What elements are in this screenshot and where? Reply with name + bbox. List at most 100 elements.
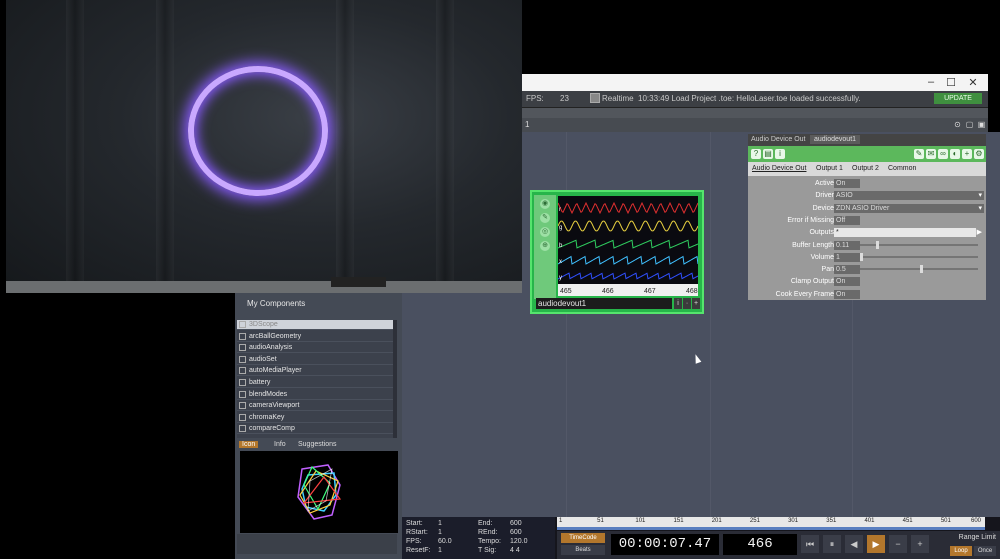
param-op-name[interactable]: audiodevout1 xyxy=(810,135,861,144)
frame-display[interactable]: 466 xyxy=(723,534,797,555)
update-button[interactable]: UPDATE xyxy=(934,93,982,104)
palette-scrollbar[interactable] xyxy=(393,320,397,438)
close-button[interactable]: ✕ xyxy=(964,76,982,89)
param-row: Driver ASIO ▾ xyxy=(748,190,986,202)
tab-audio-device-out[interactable]: Audio Device Out xyxy=(752,165,806,172)
node-name-label[interactable]: audiodevout1 xyxy=(536,298,672,309)
palette-item[interactable]: audioAnalysis xyxy=(237,343,393,354)
network-editor-left[interactable] xyxy=(402,293,522,517)
outputs-arrow-icon[interactable]: ▶ xyxy=(977,228,982,236)
tsig-value[interactable]: 4 4 xyxy=(510,547,520,554)
param-label: Buffer Length xyxy=(792,241,834,249)
loop-button[interactable]: Loop xyxy=(950,546,972,556)
param-label: Volume xyxy=(810,253,834,261)
component-icon xyxy=(239,332,246,340)
start-value[interactable]: 1 xyxy=(438,520,442,527)
display-icon[interactable]: ◎ xyxy=(540,227,550,237)
bypass-icon[interactable]: ◉ xyxy=(540,199,550,209)
param-value[interactable]: ASIO xyxy=(834,191,984,201)
panel-icon[interactable]: ▣ xyxy=(977,120,986,129)
node-flag-strip: ◉ ✎ ◎ ⊕ xyxy=(534,195,556,299)
comment-icon[interactable]: ✉ xyxy=(926,149,936,159)
tempo-value[interactable]: 120.0 xyxy=(510,538,528,545)
tab-suggestions[interactable]: Suggestions xyxy=(295,441,340,448)
realtime-checkbox[interactable] xyxy=(590,93,600,103)
timeline-range-bar[interactable] xyxy=(557,527,985,530)
step-back-button[interactable]: − xyxy=(889,535,907,553)
tab-common[interactable]: Common xyxy=(888,165,916,172)
slider-knob[interactable] xyxy=(920,265,923,274)
param-value[interactable]: * xyxy=(834,228,976,238)
beats-toggle[interactable]: Beats xyxy=(561,545,605,555)
timecode-toggle[interactable]: TimeCode xyxy=(561,533,605,543)
palette-item[interactable]: compareComp xyxy=(237,424,393,435)
edit-icon[interactable]: ✎ xyxy=(914,149,924,159)
fps-value[interactable]: 60.0 xyxy=(438,538,452,545)
minimize-button[interactable]: – xyxy=(922,76,940,88)
lock-icon[interactable]: ✎ xyxy=(540,213,550,223)
layout-icon[interactable]: ▢ xyxy=(965,120,974,129)
palette-item[interactable]: blendModes xyxy=(237,390,393,400)
palette-header[interactable]: My Components xyxy=(247,299,305,308)
gear-icon[interactable]: ⚙ xyxy=(974,149,984,159)
play-reverse-button[interactable]: ◀ xyxy=(845,535,863,553)
param-value[interactable]: On xyxy=(834,277,860,287)
slider-knob[interactable] xyxy=(860,252,863,261)
component-icon xyxy=(239,390,246,398)
palette-list: 3DScope arcBallGeometry audioAnalysis audio… xyxy=(237,320,397,438)
link-icon[interactable]: ∞ xyxy=(938,149,948,159)
timeline-ruler[interactable]: 1 51 101 151 201 251 301 351 401 451 501 600 xyxy=(557,517,985,527)
param-value[interactable]: 1 xyxy=(834,252,860,262)
palette-tabs: Icon Info Suggestions xyxy=(237,441,397,450)
palette-item-label: compareComp xyxy=(249,425,295,433)
slider-knob[interactable] xyxy=(876,240,879,249)
ruler-tick-label: 101 xyxy=(635,518,646,524)
rend-value[interactable]: 600 xyxy=(510,529,522,536)
help-icon[interactable]: ? xyxy=(751,149,761,159)
chevron-down-icon[interactable]: ▾ xyxy=(978,204,982,212)
maximize-button[interactable]: ☐ xyxy=(942,76,960,89)
tab-output-2[interactable]: Output 2 xyxy=(852,165,879,172)
node-info-button[interactable]: i xyxy=(674,298,682,309)
pause-button[interactable]: ⏸ xyxy=(823,535,841,553)
palette-item[interactable]: chromaKey xyxy=(237,413,393,423)
param-value[interactable]: On xyxy=(834,179,860,188)
add-icon[interactable]: + xyxy=(962,149,972,159)
palette-item[interactable]: cameraViewport xyxy=(237,401,393,412)
param-value[interactable]: 0.5 xyxy=(834,265,860,275)
timecode-display[interactable]: 00:00:07.47 xyxy=(611,534,719,555)
param-slider[interactable] xyxy=(860,268,978,271)
chevron-down-icon[interactable]: ▾ xyxy=(978,191,982,199)
folder-icon[interactable]: ▤ xyxy=(763,149,773,159)
node-add-button[interactable]: + xyxy=(692,298,700,309)
home-icon[interactable]: ⊙ xyxy=(953,120,962,129)
step-forward-button[interactable]: + xyxy=(911,535,929,553)
palette-item[interactable]: battery xyxy=(237,378,393,388)
param-value[interactable]: 0.11 xyxy=(834,240,860,250)
palette-item[interactable]: autoMediaPlayer xyxy=(237,366,393,377)
palette-item[interactable]: 3DScope xyxy=(237,320,393,330)
param-value[interactable]: Off xyxy=(834,215,860,225)
channel-label: y xyxy=(559,275,562,281)
ruler-tick-label: 501 xyxy=(940,518,951,524)
resetf-value[interactable]: 1 xyxy=(438,547,442,554)
python-icon[interactable]: ◐ xyxy=(950,149,960,159)
palette-item[interactable]: audioSet xyxy=(237,355,393,365)
rstart-value[interactable]: 1 xyxy=(438,529,442,536)
param-slider[interactable] xyxy=(860,255,978,258)
palette-item[interactable]: arcBallGeometry xyxy=(237,332,393,342)
param-value[interactable]: ZDN ASIO Driver xyxy=(834,203,984,213)
tab-output-1[interactable]: Output 1 xyxy=(816,165,843,172)
param-value[interactable]: On xyxy=(834,289,860,299)
tab-info[interactable]: Info xyxy=(271,441,289,448)
end-value[interactable]: 600 xyxy=(510,520,522,527)
audiodevout-node[interactable]: ◉ ✎ ◎ ⊕ rgbxy 465 466 467 468 audiodevout1 … xyxy=(530,190,704,314)
once-button[interactable]: Once xyxy=(974,546,996,556)
play-button[interactable]: ▶ xyxy=(867,535,885,553)
range-limit-label: Range Limit xyxy=(958,534,996,541)
viewer-icon[interactable]: ⊕ xyxy=(540,241,550,251)
node-display-button[interactable]: · xyxy=(683,298,691,309)
rewind-button[interactable]: ⏮ xyxy=(801,535,819,553)
tab-icon[interactable]: Icon xyxy=(239,441,259,448)
info-icon[interactable]: i xyxy=(775,149,785,159)
